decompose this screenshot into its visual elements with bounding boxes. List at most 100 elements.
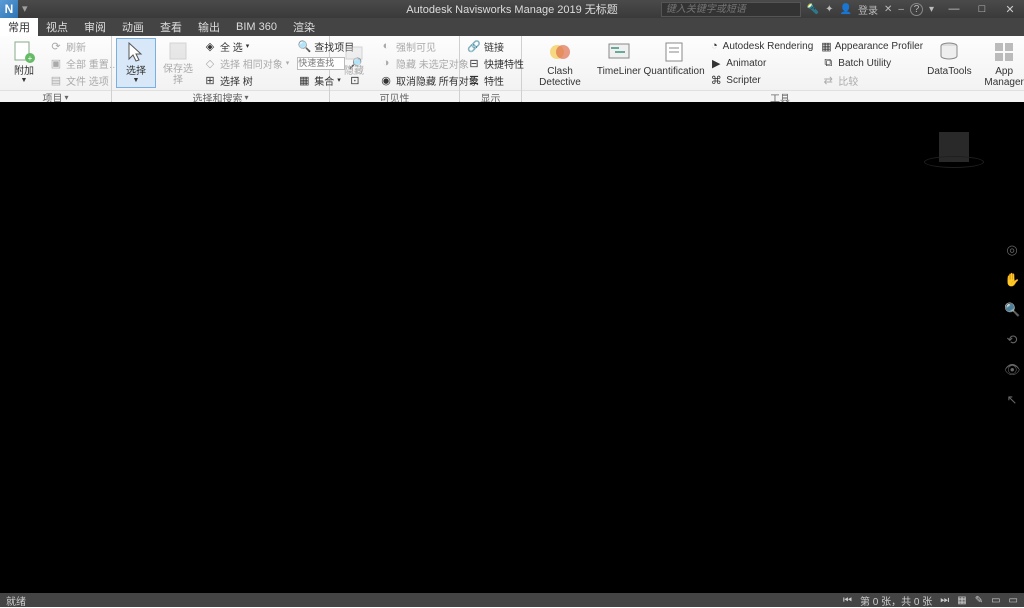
clash-detective-button[interactable]: Clash Detective — [526, 38, 594, 88]
batch-icon: ⧉ — [821, 56, 835, 70]
timeliner-icon — [607, 40, 631, 64]
append-label: 附加 — [14, 66, 34, 77]
title-bar: N ▾ Autodesk Navisworks Manage 2019 无标题 … — [0, 0, 1024, 18]
steering-wheel-icon[interactable]: ◎ — [1004, 242, 1020, 258]
reset-all-button[interactable]: ▣全部 重置… — [46, 55, 122, 71]
appearance-profiler-button[interactable]: ▦Appearance Profiler — [818, 38, 924, 54]
help-dropdown-icon[interactable]: ▾ — [929, 4, 934, 15]
autodesk-rendering-button[interactable]: ◔Autodesk Rendering — [706, 38, 816, 54]
refresh-icon: ⟳ — [49, 39, 63, 53]
quantification-button[interactable]: Quantification — [644, 38, 704, 88]
status-text: 就绪 — [6, 593, 26, 608]
dropdown-icon: ▼ — [133, 77, 140, 85]
window-title: Autodesk Navisworks Manage 2019 无标题 — [406, 1, 618, 17]
panel-project: + 附加 ▼ ⟳刷新 ▣全部 重置… ▤文件 选项 项目 — [0, 36, 112, 101]
select-button[interactable]: 选择 ▼ — [116, 38, 156, 88]
star-icon[interactable]: ✦ — [825, 4, 833, 15]
batch-utility-button[interactable]: ⧉Batch Utility — [818, 55, 924, 71]
refresh-button[interactable]: ⟳刷新 — [46, 38, 122, 54]
links-button[interactable]: 🔗链接 — [464, 38, 527, 54]
compare-icon: ⇄ — [821, 73, 835, 87]
tab-viewpoint[interactable]: 视点 — [38, 18, 76, 36]
save-selection-icon — [166, 40, 190, 62]
select-all-icon: ◈ — [203, 39, 217, 53]
info-icon[interactable]: 🔦 — [807, 4, 819, 15]
status-memory-icon[interactable]: ▭ — [991, 595, 1000, 606]
svg-text:+: + — [28, 54, 33, 63]
look-icon[interactable]: 👁 — [1004, 362, 1020, 378]
tab-render[interactable]: 渲染 — [285, 18, 323, 36]
require-icon: ◐ — [379, 39, 393, 53]
status-pencil-icon[interactable]: ✎ — [975, 595, 983, 606]
sheet-counter: 第 0 张，共 0 张 — [860, 593, 932, 608]
select-all-button[interactable]: ◈全 选▾ — [200, 38, 292, 54]
timeliner-button[interactable]: TimeLiner — [596, 38, 642, 88]
maximize-button[interactable]: □ — [968, 0, 996, 18]
tab-review[interactable]: 审阅 — [76, 18, 114, 36]
quick-properties-button[interactable]: ⊟快捷特性 — [464, 55, 527, 71]
close-button[interactable]: ✕ — [996, 0, 1024, 18]
properties-icon: ☰ — [467, 73, 481, 87]
navigation-bar: ◎ ✋ 🔍 ⟲ 👁 ↖ — [1004, 242, 1020, 408]
viewport-3d[interactable]: ◎ ✋ 🔍 ⟲ 👁 ↖ — [0, 102, 1024, 593]
qat-dropdown-icon[interactable]: ▾ — [22, 2, 36, 16]
search-input[interactable] — [661, 2, 801, 17]
hide-unsel-icon: ◑ — [379, 56, 393, 70]
append-button[interactable]: + 附加 ▼ — [4, 38, 44, 88]
app-icon[interactable]: N — [0, 0, 18, 18]
tab-bim360[interactable]: BIM 360 — [228, 18, 285, 36]
panel-display: 🔗链接 ⊟快捷特性 ☰特性 显示 — [460, 36, 522, 101]
animator-icon: ▶ — [709, 56, 723, 70]
window-controls: — □ ✕ — [940, 0, 1024, 18]
title-utility-icons: 🔦 ✦ 👤 登录 ✕ – ? ▾ — [801, 2, 940, 17]
exchange-icon[interactable]: ✕ — [884, 4, 892, 15]
hide-button[interactable]: 隐藏 — [334, 38, 374, 88]
tab-home[interactable]: 常用 — [0, 18, 38, 36]
minimize-button[interactable]: — — [940, 0, 968, 18]
scripter-button[interactable]: ⌘Scripter — [706, 72, 816, 88]
compare-button[interactable]: ⇄比较 — [818, 72, 924, 88]
panel-visibility: 隐藏 ◐强制可见 ◑隐藏 未选定对象 ◉取消隐藏 所有对象 可见性 — [330, 36, 460, 101]
reset-icon: ▣ — [49, 56, 63, 70]
tree-icon: ⊞ — [203, 73, 217, 87]
select-same-icon: ◇ — [203, 56, 217, 70]
datatools-button[interactable]: DataTools — [926, 38, 972, 88]
find-icon: 🔍 — [297, 39, 311, 53]
status-disk-icon[interactable]: ▭ — [1009, 595, 1018, 606]
select-same-button[interactable]: ◇选择 相同对象▾ — [200, 55, 292, 71]
tab-view[interactable]: 查看 — [152, 18, 190, 36]
save-selection-button[interactable]: 保存选择 — [158, 38, 198, 88]
scripter-icon: ⌘ — [709, 73, 723, 87]
panel-tools: Clash Detective TimeLiner Quantification… — [522, 36, 1024, 101]
zoom-icon[interactable]: 🔍 — [1004, 302, 1020, 318]
login-label[interactable]: 登录 — [858, 2, 878, 17]
app-manager-button[interactable]: App Manager — [974, 38, 1024, 88]
status-grid-icon[interactable]: ▦ — [957, 595, 966, 606]
unhide-icon: ◉ — [379, 73, 393, 87]
dropdown-icon: ▼ — [21, 77, 28, 85]
orbit-icon[interactable]: ⟲ — [1004, 332, 1020, 348]
dash-icon[interactable]: – — [898, 4, 904, 15]
tab-output[interactable]: 输出 — [190, 18, 228, 36]
datatools-icon — [937, 40, 961, 64]
selection-tree-button[interactable]: ⊞选择 树 — [200, 72, 292, 88]
quickprops-icon: ⊟ — [467, 56, 481, 70]
properties-button[interactable]: ☰特性 — [464, 72, 527, 88]
quick-access-toolbar: ▾ — [18, 2, 40, 16]
sheet-nav-first-icon[interactable]: ⏮ — [843, 595, 852, 606]
tab-animation[interactable]: 动画 — [114, 18, 152, 36]
sets-icon: ▦ — [297, 73, 311, 87]
view-cube[interactable] — [924, 132, 984, 172]
cube-compass-ring[interactable] — [924, 156, 984, 168]
sheet-nav-last-icon[interactable]: ⏭ — [940, 595, 949, 606]
hide-icon — [342, 40, 366, 64]
quantification-icon — [662, 40, 686, 64]
animator-button[interactable]: ▶Animator — [706, 55, 816, 71]
status-bar: 就绪 ⏮ 第 0 张，共 0 张 ⏭ ▦ ✎ ▭ ▭ — [0, 593, 1024, 607]
user-icon[interactable]: 👤 — [840, 4, 852, 15]
pan-icon[interactable]: ✋ — [1004, 272, 1020, 288]
file-options-button[interactable]: ▤文件 选项 — [46, 72, 122, 88]
help-icon[interactable]: ? — [910, 3, 923, 16]
ribbon-tabs: 常用 视点 审阅 动画 查看 输出 BIM 360 渲染 — [0, 18, 1024, 36]
select-tool-icon[interactable]: ↖ — [1004, 392, 1020, 408]
